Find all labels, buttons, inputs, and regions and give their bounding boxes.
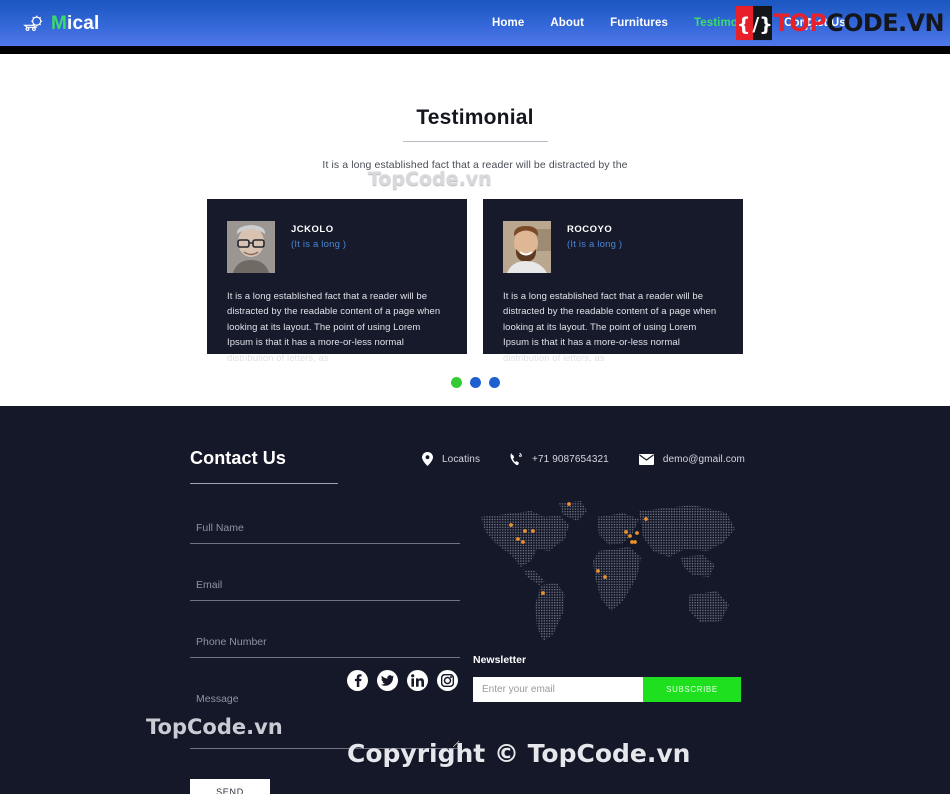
twitter-button[interactable]: [377, 670, 398, 691]
brand-text: Mical: [51, 14, 100, 33]
contact-email[interactable]: demo@gmail.com: [638, 453, 745, 465]
nav-item-home[interactable]: Home: [492, 17, 524, 29]
brand-logo[interactable]: Mical: [22, 12, 100, 34]
nav-item-about[interactable]: About: [550, 17, 584, 29]
subscribe-button[interactable]: SUBSCRIBE: [643, 677, 741, 702]
newsletter: Newsletter SUBSCRIBE: [473, 654, 741, 702]
instagram-button[interactable]: [437, 670, 458, 691]
card-author-role: (It is a long ): [567, 239, 623, 250]
carousel-dot-1[interactable]: [450, 377, 462, 388]
card-author-name: JCKOLO: [291, 224, 334, 235]
contact-location-label: Locatins: [442, 453, 481, 465]
contact-meta: Locatins +71 9087654321 demo@gmail.com: [422, 452, 745, 466]
topcode-watermark-logo: { /} TOPCODE.VN: [735, 4, 945, 42]
avatar: [503, 221, 551, 273]
world-map-dots: [481, 501, 735, 641]
instagram-icon: [441, 674, 454, 687]
svg-text:/}: /}: [752, 14, 772, 36]
full-name-input[interactable]: [190, 516, 460, 544]
gear-car-icon: [23, 15, 43, 32]
location-pin-icon: [422, 452, 433, 466]
brand-rest: ical: [67, 12, 100, 34]
card-quote-text: It is a long established fact that a rea…: [227, 291, 441, 364]
card-header: JCKOLO (It is a long ): [227, 221, 447, 273]
contact-phone[interactable]: +71 9087654321: [510, 452, 609, 466]
page-title: Testimonial: [416, 106, 534, 129]
page-root: Mical Home About Furnitures Testimonial …: [0, 0, 950, 794]
svg-text:{: {: [736, 14, 749, 36]
contact-form: SEND: [190, 516, 460, 794]
nav-item-furnitures[interactable]: Furnitures: [610, 17, 668, 29]
testimonial-cards: JCKOLO (It is a long ) It is a long esta…: [207, 199, 743, 364]
twitter-icon: [381, 675, 394, 686]
card-author-name: ROCOYO: [567, 224, 613, 235]
phone-number-input[interactable]: [190, 630, 460, 658]
avatar: [227, 221, 275, 273]
carousel-dot-3[interactable]: [488, 377, 500, 388]
world-map: [473, 495, 743, 645]
linkedin-icon: [411, 674, 424, 687]
envelope-icon: [638, 453, 654, 465]
contact-title-underline: [190, 483, 338, 484]
topcode-word-top: TOP: [773, 9, 827, 37]
footer-inner: Contact Us Locatins +71 9087654321 demo@…: [190, 448, 760, 794]
contact-email-label: demo@gmail.com: [662, 453, 745, 465]
person-photo-icon: [227, 221, 275, 273]
topcode-brackets-icon: { /}: [735, 5, 772, 41]
topcode-wordmark: TOPCODE.VN: [774, 5, 945, 41]
send-button[interactable]: SEND: [190, 779, 270, 794]
person-photo-icon: [503, 221, 551, 273]
testimonial-card: JCKOLO (It is a long ) It is a long esta…: [207, 199, 467, 364]
header-bottom-strip: [0, 46, 950, 54]
topcode-word-code: CODE.VN: [826, 9, 945, 37]
newsletter-row: SUBSCRIBE: [473, 677, 741, 702]
title-underline: [402, 141, 548, 142]
contact-phone-label: +71 9087654321: [532, 453, 609, 465]
testimonial-card: ROCOYO (It is a long ) It is a long esta…: [483, 199, 743, 364]
newsletter-title: Newsletter: [473, 654, 527, 666]
section-subtitle: It is a long established fact that a rea…: [322, 159, 628, 171]
phone-icon: [510, 452, 522, 466]
site-header: Mical Home About Furnitures Testimonial …: [0, 0, 950, 46]
message-textarea[interactable]: [190, 687, 460, 749]
card-author-role: (It is a long ): [291, 239, 347, 250]
contact-location[interactable]: Locatins: [422, 452, 480, 466]
facebook-button[interactable]: [347, 670, 368, 691]
facebook-icon: [354, 674, 362, 687]
card-quote-text: It is a long established fact that a rea…: [503, 291, 717, 364]
carousel-dot-2[interactable]: [469, 377, 481, 388]
newsletter-email-input[interactable]: [473, 677, 643, 702]
carousel-dots: [0, 377, 950, 388]
card-identity: JCKOLO (It is a long ): [291, 221, 346, 250]
email-input[interactable]: [190, 573, 460, 601]
social-links: [347, 670, 458, 691]
card-header: ROCOYO (It is a long ): [503, 221, 723, 273]
testimonial-section: Testimonial It is a long established fac…: [0, 54, 950, 406]
site-footer: Contact Us Locatins +71 9087654321 demo@…: [0, 406, 950, 794]
brand-initial: M: [51, 12, 68, 34]
card-identity: ROCOYO (It is a long ): [567, 221, 622, 250]
linkedin-button[interactable]: [407, 670, 428, 691]
